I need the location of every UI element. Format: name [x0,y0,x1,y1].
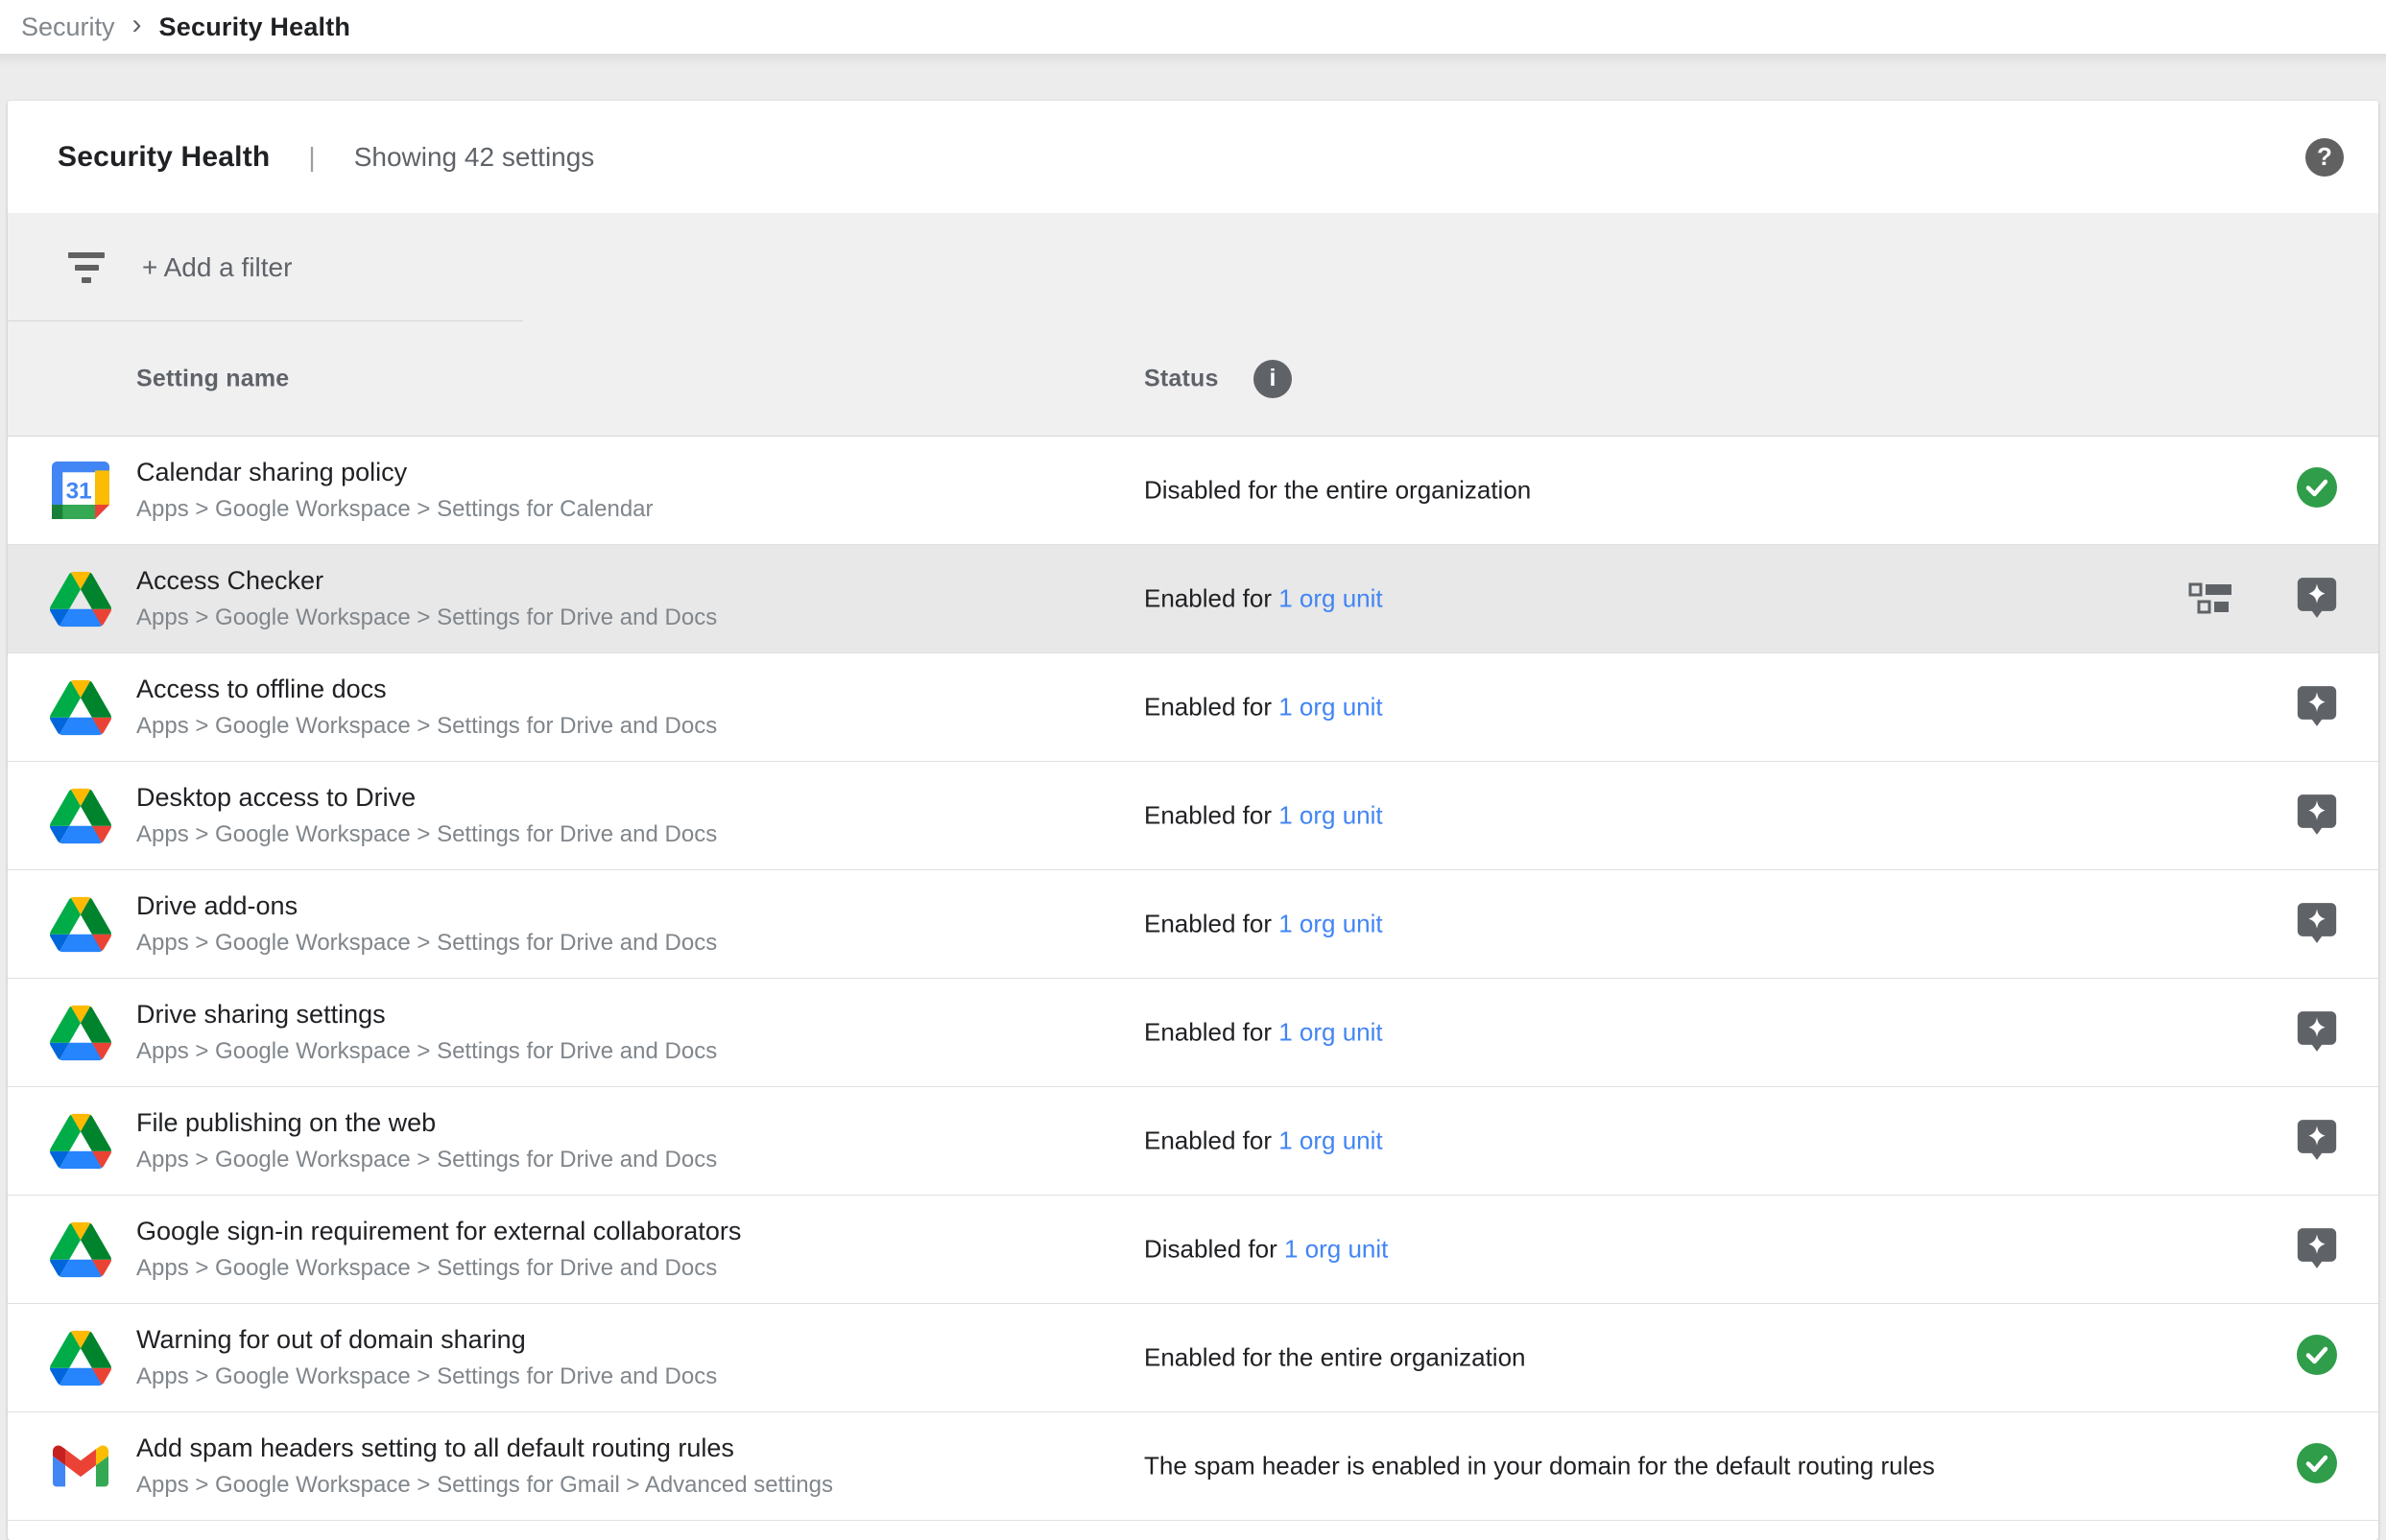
setting-name: Warning for out of domain sharing [136,1325,717,1355]
setting-name: File publishing on the web [136,1108,717,1138]
status-text: Enabled for 1 org unit [1144,1126,1383,1156]
calendar-icon: 31 [50,460,111,521]
table-row[interactable]: Access to offline docs Apps > Google Work… [8,653,2378,762]
breadcrumb: Security › Security Health [0,0,2386,54]
setting-path: Apps > Google Workspace > Settings for D… [136,713,717,740]
setting-name: Access Checker [136,566,717,596]
status-text: Enabled for 1 org unit [1144,910,1383,939]
recommendation-badge-icon[interactable] [2296,576,2338,622]
table-row[interactable]: Access Checker Apps > Google Workspace > … [8,545,2378,653]
setting-path: Apps > Google Workspace > Settings for D… [136,1363,717,1390]
setting-path: Apps > Google Workspace > Settings for D… [136,930,717,957]
recommendation-badge-icon[interactable] [2296,684,2338,730]
setting-text-block: Drive sharing settings Apps > Google Work… [136,1000,717,1065]
org-unit-link[interactable]: 1 org unit [1278,910,1382,938]
gmail-icon [50,1435,111,1497]
table-row[interactable]: 31 Calendar sharing policy Apps > Google W… [8,437,2378,545]
setting-name: Drive add-ons [136,891,717,921]
status-text: Enabled for the entire organization [1144,1343,1526,1373]
setting-text-block: Access to offline docs Apps > Google Work… [136,675,717,740]
success-check-icon [2296,1335,2338,1381]
status-text: Disabled for the entire organization [1144,476,1531,506]
setting-name: Calendar sharing policy [136,458,654,487]
filter-icon [65,252,107,283]
table-header: Setting name Status i [8,321,2378,437]
status-text: Enabled for 1 org unit [1144,1018,1383,1048]
status-text: Enabled for 1 org unit [1144,693,1383,723]
drive-icon [50,1002,111,1063]
page-title: Security Health [58,141,270,174]
table-row[interactable]: Desktop access to Drive Apps > Google Wor… [8,762,2378,870]
setting-text-block: Calendar sharing policy Apps > Google Wor… [136,458,654,523]
setting-text-block: Access Checker Apps > Google Workspace > … [136,566,717,631]
rule-applied-icon [2188,581,2234,616]
table-row[interactable]: Warning for out of domain sharing Apps > … [8,1304,2378,1412]
org-unit-link[interactable]: 1 org unit [1278,693,1382,722]
breadcrumb-current: Security Health [159,12,351,42]
table-row[interactable]: File publishing on the web Apps > Google … [8,1087,2378,1196]
drive-icon [50,1327,111,1388]
table-row[interactable]: Google sign-in requirement for external … [8,1196,2378,1304]
security-health-card: Security Health | Showing 42 settings ? … [8,101,2378,1540]
card-header: Security Health | Showing 42 settings ? [8,101,2378,213]
setting-name: Access to offline docs [136,675,717,704]
recommendation-badge-icon[interactable] [2296,1118,2338,1164]
status-text: Enabled for 1 org unit [1144,584,1383,614]
setting-name: Desktop access to Drive [136,783,717,813]
title-divider: | [308,142,315,173]
recommendation-badge-icon[interactable] [2296,1226,2338,1272]
recommendation-badge-icon[interactable] [2296,1009,2338,1055]
setting-path: Apps > Google Workspace > Settings for D… [136,1255,741,1282]
status-text: Disabled for 1 org unit [1144,1235,1388,1265]
column-header-setting-name: Setting name [136,365,289,392]
status-text: The spam header is enabled in your domai… [1144,1452,1935,1481]
setting-path: Apps > Google Workspace > Settings for D… [136,1038,717,1065]
org-unit-link[interactable]: 1 org unit [1278,1126,1382,1155]
filter-bar: + Add a filter [8,213,2378,321]
help-icon[interactable]: ? [2305,138,2344,177]
setting-text-block: Google sign-in requirement for external … [136,1217,741,1282]
setting-path: Apps > Google Workspace > Settings for C… [136,496,654,523]
setting-path: Apps > Google Workspace > Settings for G… [136,1472,833,1499]
setting-name: Add spam headers setting to all default … [136,1433,833,1463]
svg-text:31: 31 [66,478,92,504]
settings-table-body: 31 Calendar sharing policy Apps > Google W… [8,437,2378,1521]
column-header-status: Status [1144,365,1219,392]
setting-path: Apps > Google Workspace > Settings for D… [136,1147,717,1173]
chevron-right-icon: › [132,9,142,41]
drive-icon [50,1219,111,1280]
setting-text-block: File publishing on the web Apps > Google … [136,1108,717,1173]
setting-path: Apps > Google Workspace > Settings for D… [136,821,717,848]
drive-icon [50,893,111,955]
setting-path: Apps > Google Workspace > Settings for D… [136,604,717,631]
org-unit-link[interactable]: 1 org unit [1278,801,1382,830]
recommendation-badge-icon[interactable] [2296,793,2338,839]
info-icon[interactable]: i [1253,360,1292,398]
drive-icon [50,1110,111,1172]
success-check-icon [2296,467,2338,513]
drive-icon [50,785,111,846]
setting-text-block: Warning for out of domain sharing Apps > … [136,1325,717,1390]
drive-icon [50,676,111,738]
table-row[interactable]: Add spam headers setting to all default … [8,1412,2378,1521]
breadcrumb-parent-link[interactable]: Security [21,12,115,42]
setting-text-block: Desktop access to Drive Apps > Google Wor… [136,783,717,848]
setting-name: Google sign-in requirement for external … [136,1217,741,1246]
org-unit-link[interactable]: 1 org unit [1278,584,1382,613]
setting-text-block: Drive add-ons Apps > Google Workspace > S… [136,891,717,957]
add-filter-button[interactable]: + Add a filter [142,252,292,283]
setting-text-block: Add spam headers setting to all default … [136,1433,833,1499]
setting-name: Drive sharing settings [136,1000,717,1030]
org-unit-link[interactable]: 1 org unit [1278,1018,1382,1047]
recommendation-badge-icon[interactable] [2296,901,2338,947]
drive-icon [50,568,111,629]
status-text: Enabled for 1 org unit [1144,801,1383,831]
table-row[interactable]: Drive sharing settings Apps > Google Work… [8,979,2378,1087]
success-check-icon [2296,1443,2338,1489]
org-unit-link[interactable]: 1 org unit [1284,1235,1388,1264]
settings-count-label: Showing 42 settings [354,142,595,173]
table-row[interactable]: Drive add-ons Apps > Google Workspace > S… [8,870,2378,979]
